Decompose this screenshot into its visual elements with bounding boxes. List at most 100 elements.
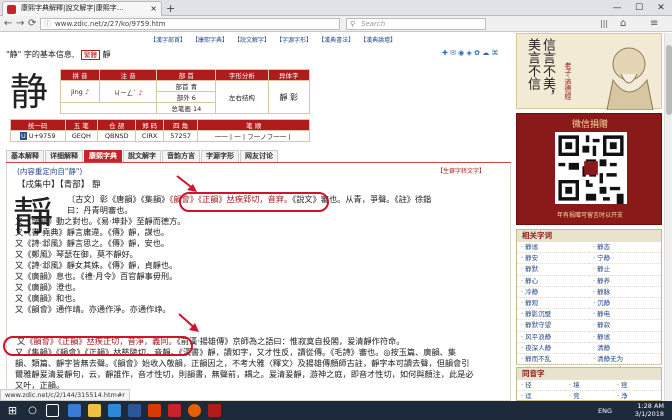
menu-icon[interactable]: ≡ <box>650 17 658 31</box>
related-word-link[interactable]: · 静心 <box>517 276 589 287</box>
minimize-icon[interactable]: — <box>606 0 628 16</box>
variants-value[interactable]: 靜 彰 <box>267 80 311 114</box>
search-taskbar-icon[interactable]: ○ <box>26 404 39 417</box>
homophone-link[interactable]: · 境 <box>565 380 613 392</box>
firefox-icon[interactable] <box>188 404 201 417</box>
share-icons[interactable]: ✚ ✉ ◉ ◈ ✿ ☁ ⌘ <box>442 49 498 57</box>
tab-close-icon[interactable]: × <box>150 2 157 15</box>
related-word-link[interactable]: · 静态 <box>589 242 661 254</box>
related-word-link[interactable]: · 静而不乱 <box>517 354 589 366</box>
library-icon[interactable]: ||| <box>600 17 608 31</box>
maximize-icon[interactable]: ☐ <box>628 0 650 16</box>
related-word-link[interactable]: · 静电 <box>589 309 661 321</box>
url-bar[interactable]: ⓘ www.zdic.net/z/27/ko/9759.htm <box>40 18 340 30</box>
related-word-link[interactable]: · 静谧 <box>589 332 661 343</box>
homophone-link[interactable]: · 迳 <box>517 391 565 401</box>
related-word-link[interactable]: · 静安 <box>517 253 589 265</box>
clock[interactable]: 1:28 AM 3/1/2018 <box>635 402 664 418</box>
header-structure: 字形分析 <box>215 69 269 81</box>
related-word-link[interactable]: · 清静 <box>589 343 661 354</box>
homophone-link[interactable]: · 痉 <box>613 380 661 392</box>
scrollbar-thumb[interactable] <box>666 45 672 115</box>
related-word-link[interactable]: · 冷静 <box>517 287 589 298</box>
windows-start-icon[interactable]: ⊞ <box>6 404 19 417</box>
app-red-icon[interactable] <box>208 404 221 417</box>
forward-icon[interactable]: → <box>16 17 24 31</box>
related-word-link[interactable]: · 沉静 <box>589 298 661 310</box>
entry-line: 又《廣韻》息也。《禮·月令》百官靜事毋刑。 <box>15 271 178 281</box>
entry-line: 又《書·堯典》靜言庸違。《傳》靜，謀也。 <box>15 227 170 237</box>
related-word-link[interactable]: · 静止 <box>589 264 661 276</box>
related-word-link[interactable]: · 静默 <box>517 264 589 276</box>
laozi-author: 老子·道德經 <box>564 62 572 100</box>
file-explorer-icon[interactable] <box>88 404 101 417</box>
related-word-link[interactable]: · 静寂 <box>589 320 661 332</box>
donate-box[interactable]: 微信捐赠 年有捐赠可留言时以开支 <box>516 113 662 225</box>
speaker-icon[interactable]: ♪ <box>139 89 143 97</box>
total-strokes: 总笔画 14 <box>156 102 217 114</box>
related-word-link[interactable]: · 静默守望 <box>517 320 589 332</box>
radical-text[interactable]: 青 <box>191 83 198 91</box>
related-word-link[interactable]: · 清静无为 <box>589 354 661 366</box>
edge-icon[interactable] <box>68 404 81 417</box>
task-view-icon[interactable] <box>46 404 59 417</box>
browser-tab[interactable]: 康熙字典解釋|說文解字|康熙字… × <box>2 1 162 16</box>
site-nav-link[interactable]: 【說文解字】 <box>237 37 270 44</box>
related-word-link[interactable]: · 静脉 <box>589 287 661 298</box>
tab-basic[interactable]: 基本解释 <box>6 150 44 162</box>
sijiao-value: 57257 <box>162 130 199 142</box>
close-window-icon[interactable]: ✕ <box>650 0 672 16</box>
traditional-char[interactable]: 靜 <box>103 50 111 59</box>
language-indicator[interactable]: ENG <box>598 407 612 415</box>
speaker-icon[interactable]: ♪ <box>85 88 89 96</box>
tab-phonology[interactable]: 音韵方言 <box>162 150 200 162</box>
homophone-link[interactable]: · 径 <box>517 380 565 392</box>
favicon-icon <box>7 5 16 14</box>
cangjie-value: QBNSD <box>96 130 137 142</box>
scrollbar[interactable] <box>664 33 672 401</box>
taskbar: ⊞ ○ ENG 1:28 AM 3/1/2018 <box>0 401 672 420</box>
kangxi-entry: (内容重定向自"静") 【生僻字转文字】 【戌集中】【青部】 靜 靜 〔古文〕彰… <box>3 164 511 401</box>
laozi-banner[interactable]: 信言不美，美言不信 老子·道德經 <box>516 33 662 111</box>
bishun-value: 一一丨一丨フ一ノフ一一丨 <box>197 130 310 142</box>
site-nav-link[interactable]: 【漢典論壇】 <box>363 37 396 44</box>
related-word-link[interactable]: · 宁静 <box>589 253 661 265</box>
info-icon: ⓘ <box>44 20 51 28</box>
search-input[interactable]: ⚲ Search <box>346 18 486 30</box>
related-word-link[interactable]: · 夜深人静 <box>517 343 589 354</box>
related-word-link[interactable]: · 静观 <box>517 298 589 310</box>
highlight-oval-2 <box>3 336 193 356</box>
reload-icon[interactable]: ⟳ <box>28 17 36 31</box>
pdf-icon[interactable] <box>168 404 181 417</box>
url-text: www.zdic.net/z/27/ko/9759.htm <box>55 20 166 28</box>
homophone-link[interactable]: · 浄 <box>613 391 661 401</box>
header-zhengma: 郑 码 <box>135 119 164 131</box>
site-nav-link[interactable]: 【字源字形】 <box>279 37 312 44</box>
tab-discussion[interactable]: 网友讨论 <box>240 150 278 162</box>
related-word-link[interactable]: · 风平浪静 <box>517 332 589 343</box>
store-icon[interactable] <box>108 404 121 417</box>
site-nav-link[interactable]: 【漢典書法】 <box>321 37 354 44</box>
tab-detailed[interactable]: 详细解释 <box>45 150 83 162</box>
tab-etymology[interactable]: 字源字形 <box>201 150 239 162</box>
related-word-link[interactable]: · 静影沉璧 <box>517 309 589 321</box>
tab-shuowen[interactable]: 說文解字 <box>123 150 161 162</box>
related-word-link[interactable]: · 静谧 <box>517 242 589 254</box>
related-word-link[interactable]: · 静养 <box>589 276 661 287</box>
bushou-line[interactable]: 【戌集中】【青部】 靜 <box>17 178 100 190</box>
annotation-arrow-2 <box>178 313 199 332</box>
site-nav-link[interactable]: 【漢字部首】 <box>150 37 186 44</box>
word-icon[interactable] <box>128 404 141 417</box>
traditional-badge[interactable]: 繁體 <box>81 50 100 60</box>
pinyin-text: jìng <box>70 87 83 96</box>
unicode-value: U U+9759 <box>10 130 66 142</box>
site-nav-link[interactable]: 【康熙字典】 <box>195 37 228 44</box>
char-info-header: "静" 字的基本信息, 繁體 靜 ✚ ✉ ◉ ◈ ✿ ☁ ⌘ <box>6 49 506 61</box>
back-icon[interactable]: ← <box>4 17 12 31</box>
convert-link[interactable]: 【生僻字转文字】 <box>437 166 485 175</box>
homophone-link[interactable]: · 竞 <box>565 391 613 401</box>
new-tab-button[interactable]: + <box>166 2 175 15</box>
tab-kangxi[interactable]: 康熙字典 <box>84 150 122 162</box>
app-icon[interactable] <box>148 404 161 417</box>
home-icon[interactable]: ⌂ <box>620 17 626 31</box>
